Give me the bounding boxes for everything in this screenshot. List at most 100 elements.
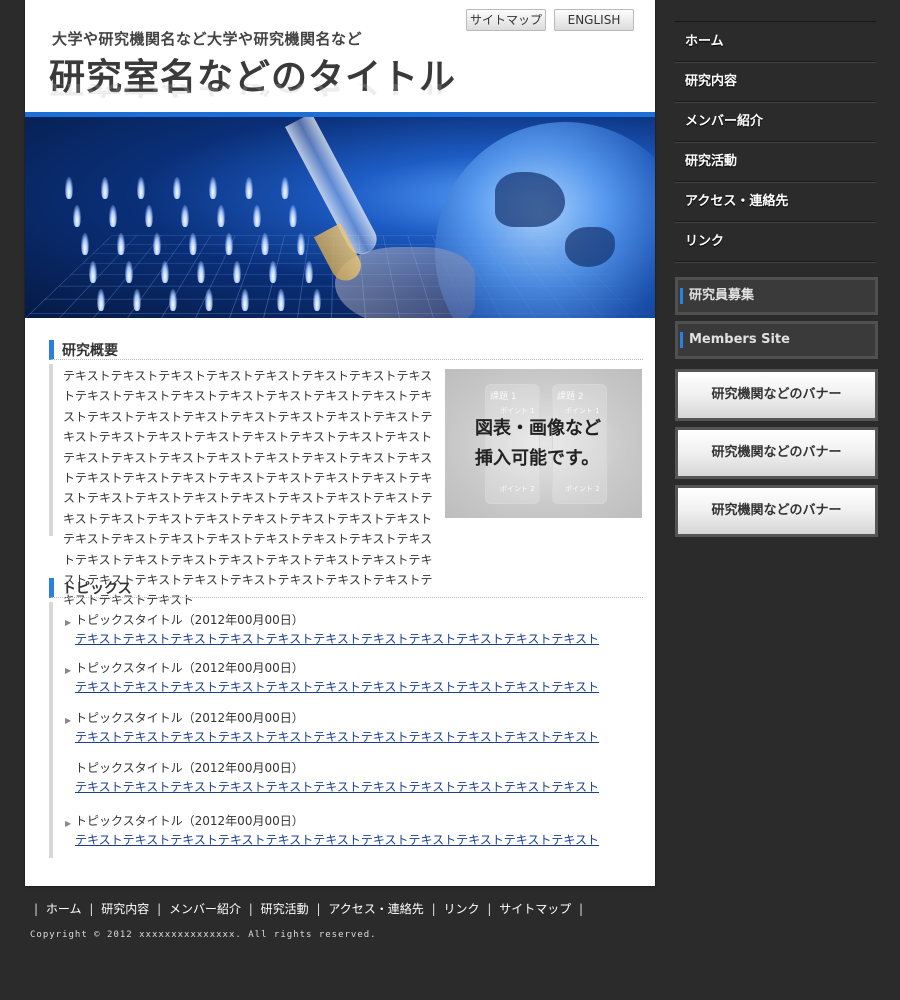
arrow-right-icon: ▶ — [65, 716, 72, 725]
nav-item-members[interactable]: メンバー紹介 — [675, 102, 876, 142]
flame-light — [241, 289, 249, 311]
nav-item-home[interactable]: ホーム — [675, 22, 876, 62]
topic-title: トピックスタイトル（2012年00月00日） — [75, 613, 304, 627]
footer-link-links[interactable]: リンク — [443, 902, 479, 916]
topic-item: ▶ トピックスタイトル（2012年00月00日） テキストテキストテキストテキスト… — [65, 710, 625, 745]
footer-separator: | — [34, 902, 39, 916]
topics-list: ▶ トピックスタイトル（2012年00月00日） テキストテキストテキストテキスト… — [49, 602, 643, 858]
flame-light — [269, 261, 277, 283]
flame-light — [117, 233, 125, 255]
footer-separator: | — [157, 902, 162, 916]
figure-box-1-point-2: ポイント 2 — [500, 485, 535, 493]
flame-light — [217, 205, 225, 227]
flame-light — [81, 233, 89, 255]
footer-separator: | — [431, 902, 436, 916]
footer-separator: | — [248, 902, 253, 916]
footer-link-home[interactable]: ホーム — [46, 902, 82, 916]
footer-link-access[interactable]: アクセス・連絡先 — [328, 902, 423, 916]
recruit-button[interactable]: 研究員募集 — [675, 277, 878, 315]
flame-light — [137, 177, 145, 199]
flame-light — [73, 205, 81, 227]
topic-link[interactable]: テキストテキストテキストテキストテキストテキストテキストテキストテキストテキスト… — [75, 679, 625, 695]
topic-link[interactable]: テキストテキストテキストテキストテキストテキストテキストテキストテキストテキスト… — [75, 779, 625, 795]
arrow-right-icon: ▶ — [65, 618, 72, 627]
topic-title-row: ▶ トピックスタイトル（2012年00月00日） — [65, 813, 625, 829]
flame-light — [97, 289, 105, 311]
flame-light — [101, 177, 109, 199]
nav-item-access[interactable]: アクセス・連絡先 — [675, 182, 876, 222]
topic-title-row: ▶ トピックスタイトル（2012年00月00日） — [65, 660, 625, 676]
figure-caption: 図表・画像など 挿入可能です。 — [445, 414, 642, 474]
flame-light — [153, 233, 161, 255]
overview-section: テキストテキストテキストテキストテキストテキストテキストテキストテキストテキスト… — [49, 364, 643, 607]
topic-title: トピックスタイトル（2012年00月00日） — [75, 761, 304, 775]
overview-text: テキストテキストテキストテキストテキストテキストテキストテキストテキストテキスト… — [63, 369, 433, 608]
figure-box-2-point-2: ポイント 2 — [565, 485, 600, 493]
topic-item: トピックスタイトル（2012年00月00日） テキストテキストテキストテキストテ… — [65, 760, 625, 795]
overview-heading: 研究概要 — [49, 340, 643, 360]
sitemap-button[interactable]: サイトマップ — [466, 9, 546, 31]
overview-figure: 課題 1 課題 2 ポイント 1 ポイント 1 ポイント 2 ポイント 2 図表… — [445, 369, 642, 518]
english-button[interactable]: ENGLISH — [554, 9, 634, 31]
flame-light — [145, 205, 153, 227]
footer-separator: | — [89, 902, 94, 916]
flame-light — [125, 261, 133, 283]
flame-light — [253, 205, 261, 227]
flame-light — [109, 205, 117, 227]
footer-link-members[interactable]: メンバー紹介 — [169, 902, 241, 916]
footer-separator: | — [487, 902, 492, 916]
topic-title: トピックスタイトル（2012年00月00日） — [75, 661, 304, 675]
nav-item-activities[interactable]: 研究活動 — [675, 142, 876, 182]
site-title[interactable]: 研究室名などのタイトル — [49, 48, 456, 100]
flame-light — [313, 289, 321, 311]
topic-item: ▶ トピックスタイトル（2012年00月00日） テキストテキストテキストテキスト… — [65, 660, 625, 695]
topic-link[interactable]: テキストテキストテキストテキストテキストテキストテキストテキストテキストテキスト… — [75, 729, 625, 745]
main-content: サイトマップ ENGLISH 大学や研究機関名など大学や研究機関名など 研究室名… — [25, 0, 655, 886]
topics-heading: トピックス — [49, 578, 643, 598]
flame-light — [261, 233, 269, 255]
footer-link-research[interactable]: 研究内容 — [101, 902, 149, 916]
flame-light — [209, 177, 217, 199]
flame-light — [233, 261, 241, 283]
topic-title: トピックスタイトル（2012年00月00日） — [75, 711, 304, 725]
flame-light — [161, 261, 169, 283]
figure-box-2-title: 課題 2 — [557, 392, 584, 402]
flame-light — [133, 289, 141, 311]
topic-title-row: ▶ トピックスタイトル（2012年00月00日） — [65, 710, 625, 726]
flame-light — [245, 177, 253, 199]
banner-2[interactable]: 研究機関などのバナー — [675, 427, 878, 479]
footer-separator: | — [316, 902, 321, 916]
arrow-right-icon: ▶ — [65, 819, 72, 828]
flame-light — [297, 233, 305, 255]
footer-link-activities[interactable]: 研究活動 — [261, 902, 309, 916]
flame-light — [189, 233, 197, 255]
flame-light — [289, 205, 297, 227]
footer-separator: | — [579, 902, 584, 916]
footer-link-sitemap[interactable]: サイトマップ — [499, 902, 571, 916]
flame-light — [205, 289, 213, 311]
banner-1[interactable]: 研究機関などのバナー — [675, 369, 878, 421]
figure-box-1-title: 課題 1 — [490, 392, 517, 402]
flame-light — [277, 289, 285, 311]
topic-link[interactable]: テキストテキストテキストテキストテキストテキストテキストテキストテキストテキスト… — [75, 631, 625, 647]
global-nav: ホーム 研究内容 メンバー紹介 研究活動 アクセス・連絡先 リンク — [675, 21, 876, 262]
topic-item: ▶ トピックスタイトル（2012年00月00日） テキストテキストテキストテキスト… — [65, 612, 625, 647]
topic-title-row: トピックスタイトル（2012年00月00日） — [65, 760, 625, 776]
nav-item-research[interactable]: 研究内容 — [675, 62, 876, 102]
figure-caption-line-2: 挿入可能です。 — [475, 448, 600, 469]
topic-item: ▶ トピックスタイトル（2012年00月00日） テキストテキストテキストテキスト… — [65, 813, 625, 848]
site-subtitle: 大学や研究機関名など大学や研究機関名など — [52, 30, 363, 48]
flame-light — [181, 205, 189, 227]
header: サイトマップ ENGLISH 大学や研究機関名など大学や研究機関名など 研究室名… — [25, 0, 655, 112]
copyright: Copyright © 2012 xxxxxxxxxxxxxxx. All ri… — [30, 930, 377, 940]
members-site-button[interactable]: Members Site — [675, 321, 878, 359]
topic-link[interactable]: テキストテキストテキストテキストテキストテキストテキストテキストテキストテキスト… — [75, 832, 625, 848]
flame-light — [65, 177, 73, 199]
nav-item-links[interactable]: リンク — [675, 222, 876, 262]
banner-3[interactable]: 研究機関などのバナー — [675, 485, 878, 537]
figure-caption-line-1: 図表・画像など — [475, 418, 601, 439]
flame-light — [225, 233, 233, 255]
flame-light — [173, 177, 181, 199]
flame-light — [169, 289, 177, 311]
topics-heading-label: トピックス — [62, 581, 132, 597]
